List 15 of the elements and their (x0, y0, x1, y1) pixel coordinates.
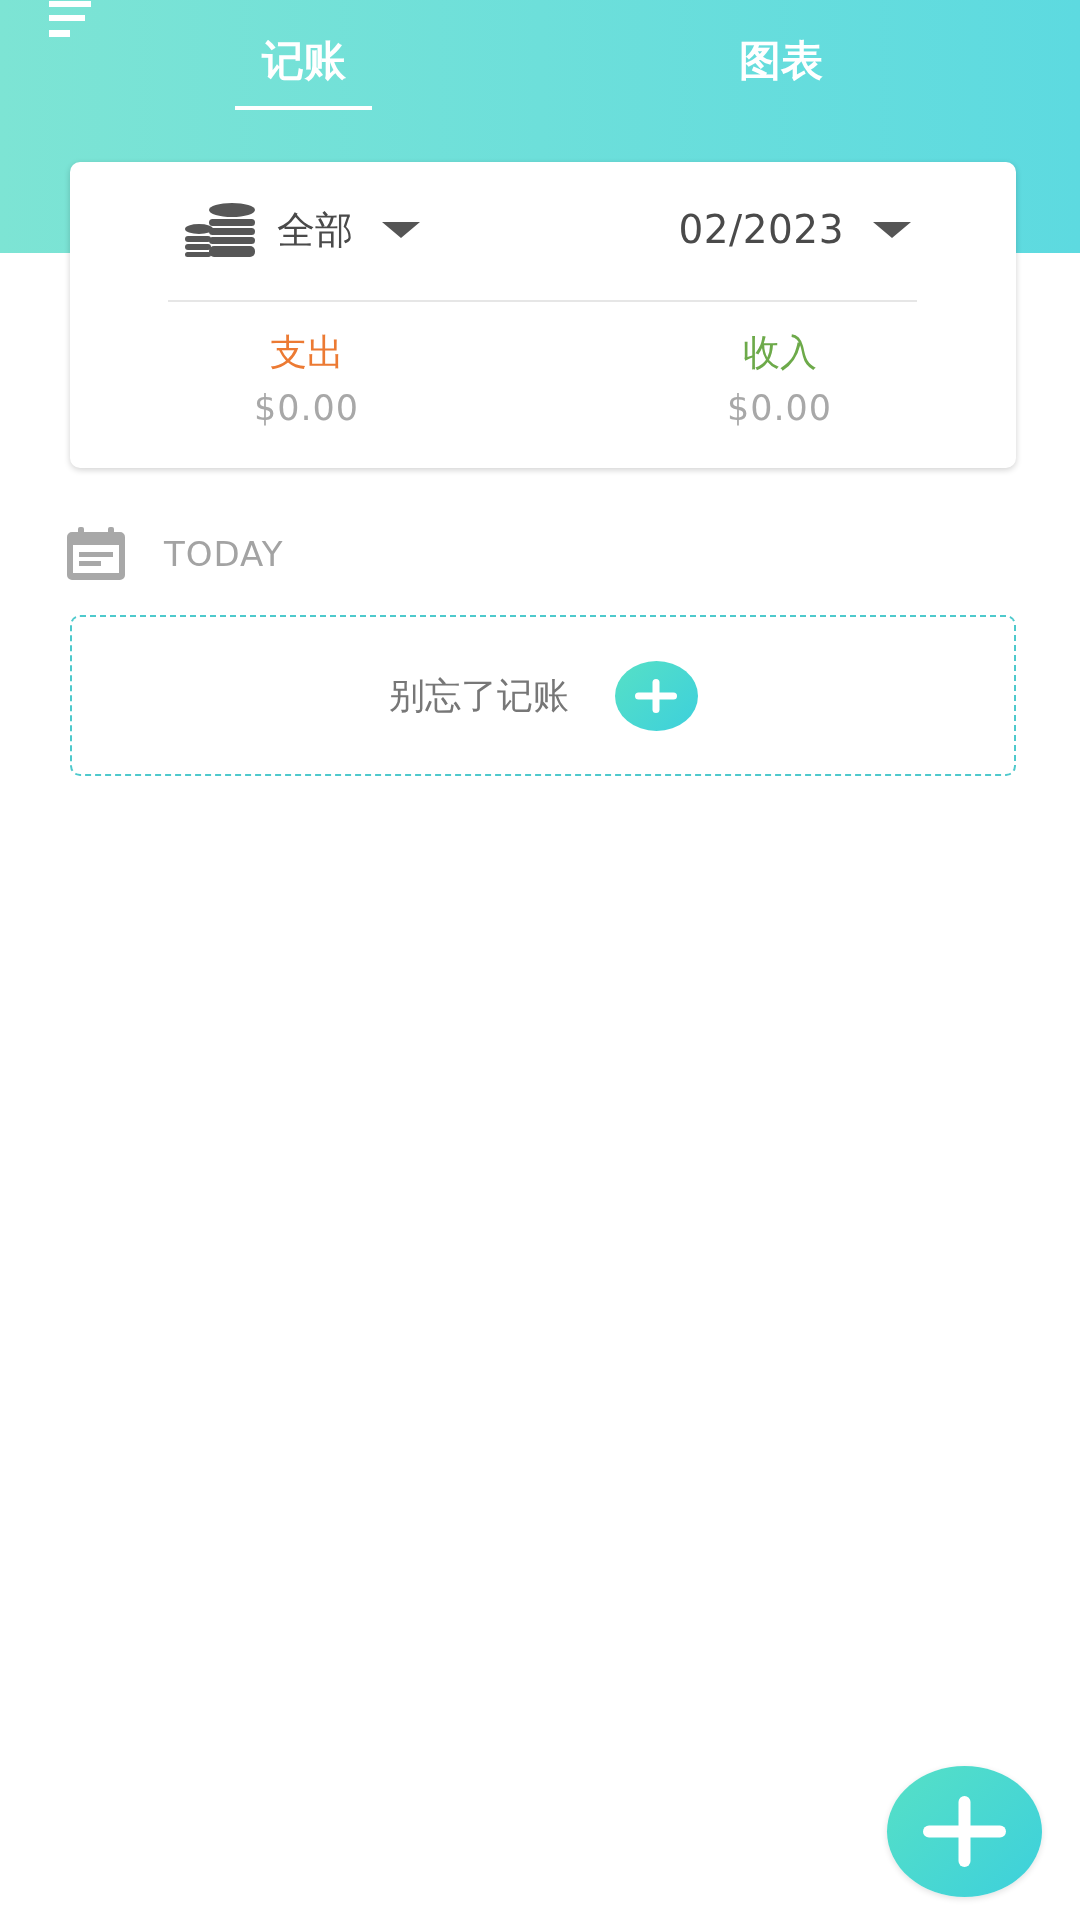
total-amount: $0.00 (726, 387, 833, 430)
coins-icon (185, 203, 255, 257)
total-label: 支出 (269, 330, 344, 376)
total-amount: $0.00 (253, 387, 360, 430)
empty-prompt-text: 别忘了记账 (388, 673, 569, 718)
total-label: 收入 (742, 330, 817, 376)
menu-icon[interactable] (49, 0, 94, 38)
caret-icon (873, 222, 911, 238)
plus-icon (923, 1796, 1006, 1867)
section-title: TODAY (164, 532, 284, 576)
caret-icon (382, 222, 420, 238)
plus-icon (635, 678, 677, 713)
month-dropdown[interactable]: 02/2023 (678, 200, 911, 260)
account-dropdown[interactable]: 全部 (185, 200, 420, 260)
calendar-icon (67, 527, 125, 580)
